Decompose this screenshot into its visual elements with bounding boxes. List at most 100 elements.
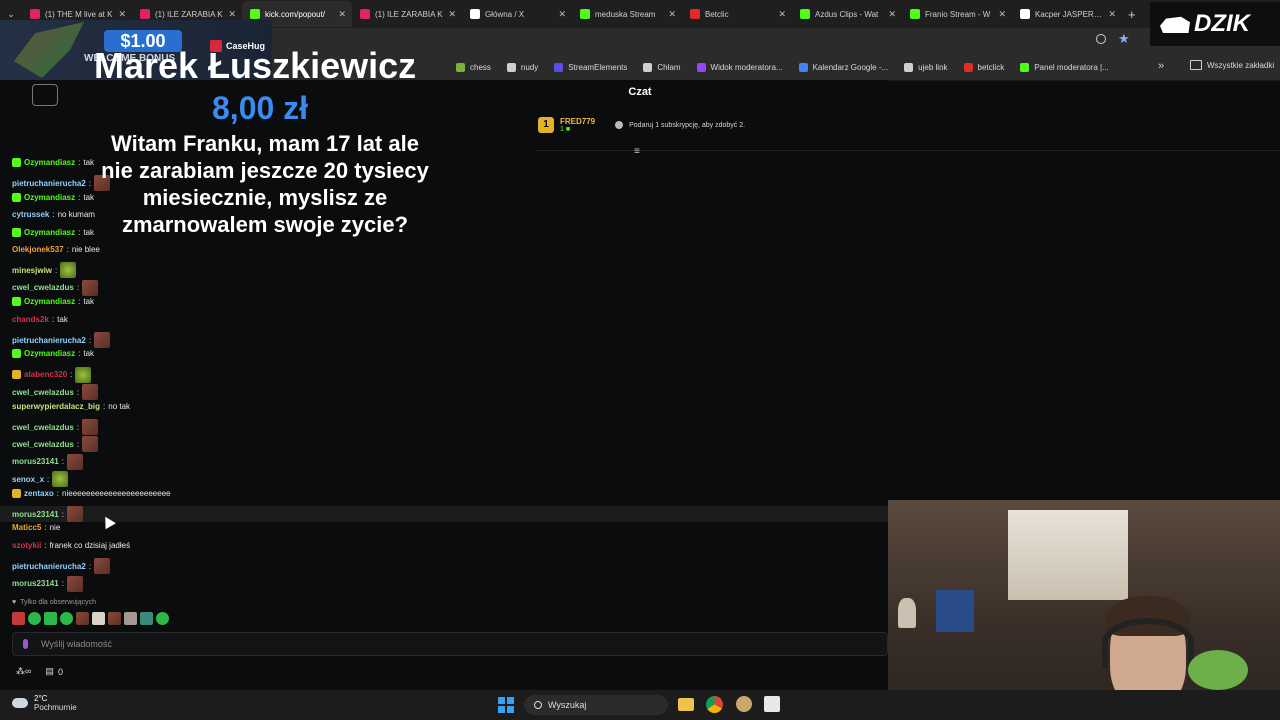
expand-chat-icon[interactable]: ≡ [634, 146, 640, 157]
tab-close-icon[interactable]: ✕ [228, 9, 236, 20]
chat-message: cwel_cwelazdus: [12, 419, 99, 435]
tab-favicon-icon [1020, 9, 1030, 19]
new-tab-button[interactable]: + [1122, 7, 1142, 22]
os-taskbar: 2°C Pochmurnie Wyszukaj [0, 690, 1280, 720]
chat-username[interactable]: morus23141 [12, 579, 59, 588]
tab-title: meduska Stream [595, 9, 656, 19]
bookmark-4[interactable]: Widok moderatora... [689, 62, 791, 72]
chat-username[interactable]: Olekjonek537 [12, 245, 64, 254]
boar-icon [1160, 16, 1190, 33]
chat-message: Ozymandiasz: tak [12, 227, 95, 237]
chat-username[interactable]: morus23141 [12, 510, 59, 519]
app-icon-2[interactable] [764, 696, 780, 712]
emote-picker-row[interactable] [12, 612, 169, 625]
hovered-message-highlight [0, 506, 888, 522]
chat-message: Olekjonek537: nie blee [12, 245, 100, 254]
chat-username[interactable]: senox_x [12, 475, 44, 484]
chat-username[interactable]: Maticc5 [12, 523, 41, 532]
file-explorer-icon[interactable] [678, 698, 694, 711]
bookmark-5[interactable]: Kalendarz Google -... [791, 62, 897, 72]
chat-username[interactable]: pietruchanierucha2 [12, 562, 86, 571]
tab-5[interactable]: meduska Stream ✕ [572, 1, 682, 27]
chat-text: nie [49, 523, 61, 533]
emote-1[interactable] [12, 612, 25, 625]
users-icon[interactable]: ⁂∞ [16, 666, 31, 677]
start-icon[interactable] [498, 697, 514, 713]
tab-6[interactable]: Betclic ✕ [682, 1, 792, 27]
bookmark-6[interactable]: ujeb link [896, 62, 955, 72]
chat-colon: : [78, 158, 81, 167]
tab-close-icon[interactable]: ✕ [778, 9, 786, 20]
tab-close-icon[interactable]: ✕ [118, 9, 126, 20]
chat-colon: : [88, 335, 92, 345]
emote-6[interactable] [92, 612, 105, 625]
app-icon[interactable] [736, 696, 752, 712]
emote-10[interactable] [156, 612, 169, 625]
chat-text: tak [83, 227, 95, 237]
tab-close-icon[interactable]: ✕ [998, 9, 1006, 20]
chat-username[interactable]: superwypierdalacz_big [12, 402, 100, 411]
weather-widget[interactable]: 2°C Pochmurnie [12, 694, 77, 712]
tab-title: Franio Stream - W [925, 9, 991, 19]
bookmark-8[interactable]: Panel moderatora |... [1012, 62, 1117, 72]
chat-username[interactable]: Ozymandiasz [24, 193, 75, 202]
tab-7[interactable]: Azdus Clips - Wat ✕ [792, 1, 902, 27]
store-icon[interactable]: ▤ [45, 666, 54, 677]
tab-close-icon[interactable]: ✕ [1108, 9, 1116, 20]
chat-username[interactable]: chands2k [12, 315, 49, 324]
chat-username[interactable]: szotykii [12, 541, 41, 550]
tab-close-icon[interactable]: ✕ [668, 9, 676, 20]
chat-username[interactable]: Ozymandiasz [24, 228, 75, 237]
tab-close-icon[interactable]: ✕ [338, 9, 346, 20]
chat-username[interactable]: cytrussek [12, 210, 49, 219]
emote-8[interactable] [124, 612, 137, 625]
chat-username[interactable]: morus23141 [12, 457, 59, 466]
tab-close-icon[interactable]: ✕ [888, 9, 896, 20]
bookmark-3[interactable]: Chłam [635, 62, 688, 72]
bookmarks-overflow-icon[interactable]: » [1158, 60, 1164, 72]
tab-9[interactable]: Kacper JASPER Pe ✕ [1012, 1, 1122, 27]
bookmark-7[interactable]: betclick [956, 62, 1013, 72]
chat-username[interactable]: cwel_cwelazdus [12, 423, 74, 432]
emote-3[interactable] [44, 612, 57, 625]
search-icon[interactable] [1096, 34, 1106, 44]
chat-message: Ozymandiasz: tak [12, 158, 94, 167]
chat-emote [52, 471, 69, 488]
chat-username[interactable]: alabenc320 [24, 370, 67, 379]
chat-message: Maticc5: nie [12, 523, 60, 532]
chrome-icon[interactable] [706, 696, 723, 713]
chat-username[interactable]: Ozymandiasz [24, 158, 75, 167]
emote-7[interactable] [108, 612, 121, 625]
bookmark-2[interactable]: StreamElements [546, 62, 635, 72]
chat-message-input[interactable]: Wyślij wiadomość [12, 632, 888, 656]
bookmark-all-bookmarks[interactable]: Wszystkie zakładki [1182, 60, 1280, 70]
chat-username[interactable]: cwel_cwelazdus [12, 283, 74, 292]
tab-close-icon[interactable]: ✕ [448, 9, 456, 20]
chat-username[interactable]: Ozymandiasz [24, 297, 75, 306]
tab-close-icon[interactable]: ✕ [558, 9, 566, 20]
chat-username[interactable]: minesjwiw [12, 266, 52, 275]
bookmark-1[interactable]: nudy [499, 62, 546, 72]
emote-5[interactable] [76, 612, 89, 625]
user-badge-icon [12, 227, 21, 237]
tab-3[interactable]: (1) ILE ZARABIA K ✕ [352, 1, 462, 27]
gun-graphic [14, 22, 84, 78]
chat-username[interactable]: pietruchanierucha2 [12, 179, 86, 188]
chat-username[interactable]: cwel_cwelazdus [12, 440, 74, 449]
chat-text: tak [83, 192, 95, 202]
chat-username[interactable]: cwel_cwelazdus [12, 388, 74, 397]
emote-4[interactable] [60, 612, 73, 625]
chat-username[interactable]: zentaxo [24, 489, 54, 498]
emote-9[interactable] [140, 612, 153, 625]
bookmark-0[interactable]: chess [448, 62, 499, 72]
chat-username[interactable]: Ozymandiasz [24, 349, 75, 358]
chat-message: cytrussek: no kumam [12, 210, 95, 219]
chat-colon: : [76, 387, 80, 397]
tab-4[interactable]: Główna / X ✕ [462, 1, 572, 27]
tab-8[interactable]: Franio Stream - W ✕ [902, 1, 1012, 27]
chat-username[interactable]: pietruchanierucha2 [12, 336, 86, 345]
points-count: 0 [57, 666, 63, 677]
taskbar-search[interactable]: Wyszukaj [524, 695, 668, 715]
emote-2[interactable] [28, 612, 41, 625]
star-icon[interactable]: ★ [1118, 31, 1130, 47]
